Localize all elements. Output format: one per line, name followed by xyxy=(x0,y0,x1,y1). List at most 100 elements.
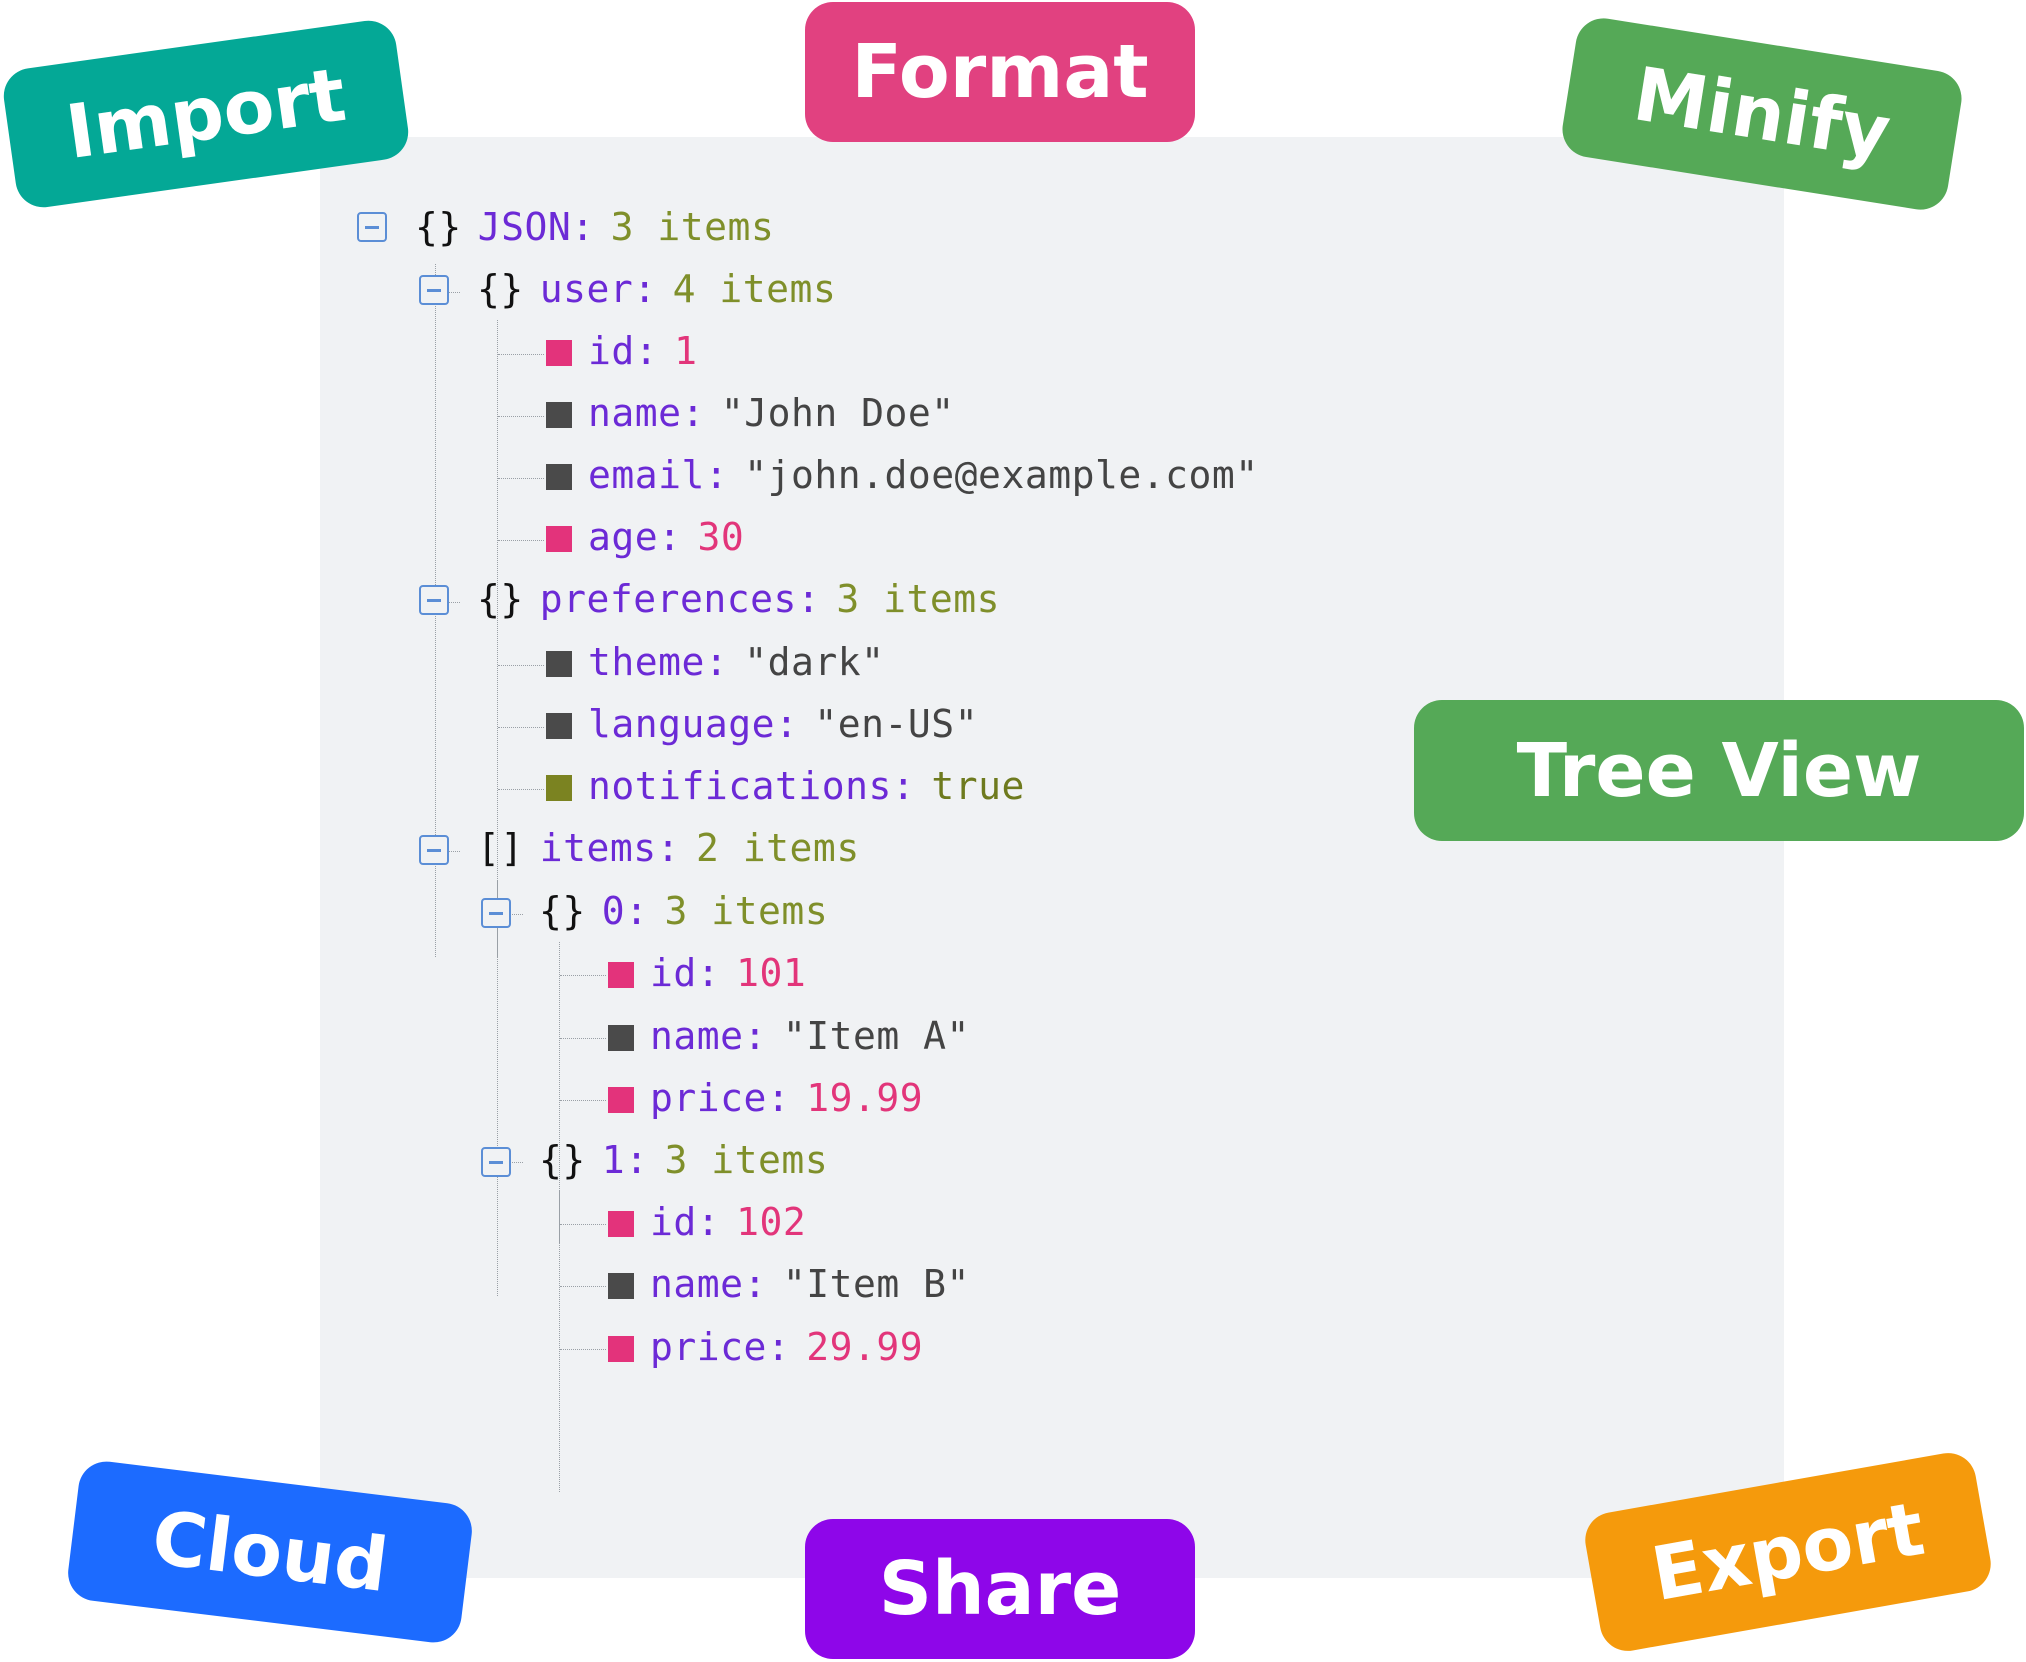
tree-leaf-notifications[interactable]: notifications: true xyxy=(588,758,1025,814)
tree-branch xyxy=(498,416,544,417)
tree-guide-item-1 xyxy=(559,1191,560,1492)
tree-branch xyxy=(560,1224,606,1225)
node-value: 29.99 xyxy=(806,1325,924,1369)
node-count: 4 items xyxy=(672,267,837,311)
node-colon: : xyxy=(658,515,682,559)
node-key: notifications xyxy=(588,764,892,808)
node-colon: : xyxy=(743,1014,767,1058)
node-count: 2 items xyxy=(696,826,860,870)
tree-leaf-theme[interactable]: theme: "dark" xyxy=(588,634,885,690)
node-value: "John Doe" xyxy=(720,391,955,435)
node-key: name xyxy=(650,1014,744,1058)
tree-leaf-id[interactable]: id:101 xyxy=(650,945,806,1001)
tree-branch xyxy=(560,1100,606,1101)
tree-branch xyxy=(560,1286,606,1287)
tree-leaf-name[interactable]: name: "Item A" xyxy=(650,1008,970,1064)
node-colon: : xyxy=(681,391,705,435)
node-value: "en-US" xyxy=(814,702,979,746)
string-type-icon xyxy=(546,651,572,677)
tree-branch xyxy=(498,665,544,666)
node-colon: : xyxy=(625,1138,649,1182)
node-value: "john.doe@example.com" xyxy=(744,453,1259,497)
tree-leaf-id[interactable]: id:1 xyxy=(588,323,698,379)
tree-leaf-name[interactable]: name: "Item B" xyxy=(650,1256,970,1312)
node-key: user xyxy=(539,267,634,311)
node-key: preferences xyxy=(539,577,797,621)
number-type-icon xyxy=(608,1336,634,1362)
node-key: theme xyxy=(588,640,705,684)
collapse-toggle-icon[interactable] xyxy=(481,1147,511,1177)
node-colon: : xyxy=(633,267,657,311)
string-type-icon xyxy=(546,713,572,739)
node-key: 1 xyxy=(601,1138,626,1182)
collapse-toggle-icon[interactable] xyxy=(419,585,449,615)
number-type-icon xyxy=(608,962,634,988)
tree-leaf-name[interactable]: name: "John Doe" xyxy=(588,385,955,441)
object-brace-icon: {} xyxy=(415,205,462,249)
tree-leaf-language[interactable]: language: "en-US" xyxy=(588,696,978,752)
node-count: 3 items xyxy=(610,205,775,249)
tree-leaf-price[interactable]: price:19.99 xyxy=(650,1070,923,1126)
share-button[interactable]: Share xyxy=(805,1519,1195,1659)
tree-node-root[interactable]: {} JSON:3 items xyxy=(415,199,774,255)
tree-branch xyxy=(560,975,606,976)
format-button[interactable]: Format xyxy=(805,2,1195,142)
node-value: 102 xyxy=(736,1200,807,1244)
tree-node-items[interactable]: [] items:2 items xyxy=(477,820,860,876)
tree-branch xyxy=(498,789,544,790)
node-key: items xyxy=(539,826,657,870)
tree-branch xyxy=(498,478,544,479)
node-value: 101 xyxy=(736,951,807,995)
tree-node-user[interactable]: {} user:4 items xyxy=(477,261,836,317)
node-key: name xyxy=(588,391,682,435)
collapse-toggle-icon[interactable] xyxy=(357,212,387,242)
node-colon: : xyxy=(743,1262,767,1306)
collapse-toggle-icon[interactable] xyxy=(419,275,449,305)
object-brace-icon: {} xyxy=(477,267,524,311)
tree-view-button[interactable]: Tree View xyxy=(1414,700,2024,841)
node-key: price xyxy=(650,1325,767,1369)
number-type-icon xyxy=(608,1087,634,1113)
tree-node-item-1[interactable]: {} 1:3 items xyxy=(539,1132,828,1188)
tree-leaf-age[interactable]: age:30 xyxy=(588,509,744,565)
node-colon: : xyxy=(696,1200,721,1244)
node-value: true xyxy=(931,764,1025,808)
json-tree-panel: {} JSON:3 items {} user:4 items id:1 name:… xyxy=(320,137,1784,1578)
node-value: 30 xyxy=(697,515,745,559)
node-colon: : xyxy=(766,1076,791,1120)
string-type-icon xyxy=(546,464,572,490)
node-key: email xyxy=(588,453,705,497)
node-key: age xyxy=(588,515,659,559)
number-type-icon xyxy=(546,526,572,552)
tree-branch xyxy=(498,540,544,541)
object-brace-icon: {} xyxy=(539,889,586,933)
node-colon: : xyxy=(571,205,595,249)
array-bracket-icon: [] xyxy=(477,826,524,870)
node-key: 0 xyxy=(601,889,626,933)
object-brace-icon: {} xyxy=(477,577,524,621)
node-colon: : xyxy=(796,577,821,621)
tree-leaf-price[interactable]: price:29.99 xyxy=(650,1319,923,1375)
node-key: id xyxy=(650,951,697,995)
node-value: 19.99 xyxy=(806,1076,924,1120)
tree-leaf-id[interactable]: id:102 xyxy=(650,1194,806,1250)
tree-node-preferences[interactable]: {} preferences:3 items xyxy=(477,571,1000,627)
node-colon: : xyxy=(704,453,729,497)
tree-node-item-0[interactable]: {} 0:3 items xyxy=(539,883,828,939)
node-value: 1 xyxy=(674,329,698,373)
node-colon: : xyxy=(656,826,681,870)
node-value: "dark" xyxy=(744,640,885,684)
boolean-type-icon xyxy=(546,775,572,801)
tree-leaf-email[interactable]: email: "john.doe@example.com" xyxy=(588,447,1259,503)
string-type-icon xyxy=(608,1025,634,1051)
node-key: name xyxy=(650,1262,744,1306)
node-value: "Item B" xyxy=(782,1262,970,1306)
tree-guide-items xyxy=(497,880,498,1296)
node-key: id xyxy=(588,329,635,373)
node-colon: : xyxy=(704,640,729,684)
collapse-toggle-icon[interactable] xyxy=(481,898,511,928)
node-colon: : xyxy=(766,1325,791,1369)
number-type-icon xyxy=(608,1211,634,1237)
collapse-toggle-icon[interactable] xyxy=(419,835,449,865)
node-key: language xyxy=(588,702,776,746)
